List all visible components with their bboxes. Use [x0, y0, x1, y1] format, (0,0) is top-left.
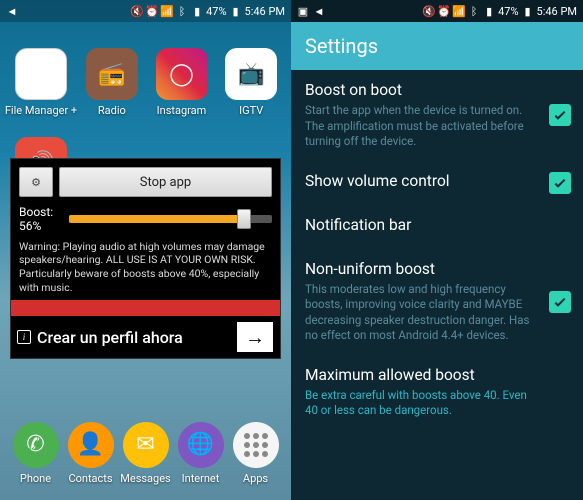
- app-indicator-icon: ▣: [297, 5, 309, 17]
- alarm-icon: ⏰: [146, 5, 158, 17]
- stop-app-button[interactable]: Stop app: [59, 167, 272, 197]
- dock-contacts[interactable]: 👤 Contacts: [63, 414, 118, 492]
- ad-text: Crear un perfil ahora: [37, 328, 230, 347]
- arrow-right-icon: →: [245, 325, 265, 350]
- dock-phone[interactable]: ✆ Phone: [8, 414, 63, 492]
- wifi-icon: 📶: [161, 5, 173, 17]
- dock-label: Internet: [182, 472, 220, 485]
- home-screen: ◄ 🔇 ⏰ 📶 ᛒ ▮ 47% ▮ 5:46 PM F File Manager…: [0, 0, 291, 500]
- setting-non-uniform-boost[interactable]: Non-uniform boost This moderates low and…: [291, 249, 583, 355]
- app-radio[interactable]: 📻 Radio: [80, 40, 144, 125]
- dock-apps[interactable]: Apps: [228, 414, 283, 492]
- status-bar-left: ◄ 🔇 ⏰ 📶 ᛒ ▮ 47% ▮ 5:46 PM: [0, 0, 291, 22]
- dock-internet[interactable]: 🌐 Internet: [173, 414, 228, 492]
- setting-show-volume-control[interactable]: Show volume control: [291, 161, 583, 205]
- stop-label: Stop app: [140, 175, 191, 190]
- signal-icon: ▮: [191, 5, 203, 17]
- app-igtv[interactable]: 📺 IGTV: [219, 40, 283, 125]
- boost-label: Boost: 56%: [19, 205, 63, 234]
- setting-subtitle: Start the app when the device is turned …: [305, 103, 539, 150]
- battery-icon: ▮: [522, 5, 534, 17]
- status-time: 5:46 PM: [537, 5, 577, 18]
- settings-header: Settings: [291, 22, 583, 70]
- check-icon: [552, 107, 568, 123]
- warning-text: Warning: Playing audio at high volumes m…: [19, 240, 272, 295]
- ad-separator: [11, 300, 280, 316]
- dock-label: Contacts: [68, 472, 112, 485]
- dock: ✆ Phone 👤 Contacts ✉ Messages 🌐 Internet…: [0, 414, 291, 492]
- speaker-icon: ◄: [6, 5, 18, 17]
- checkbox-show-volume[interactable]: [549, 172, 571, 194]
- app-file-manager[interactable]: F File Manager +: [8, 40, 74, 125]
- app-label: Radio: [98, 104, 126, 117]
- alarm-icon: ⏰: [438, 5, 450, 17]
- check-icon: [552, 175, 568, 191]
- checkbox-boost-on-boot[interactable]: [549, 104, 571, 126]
- gear-icon: ⚙: [31, 176, 41, 189]
- ad-banner[interactable]: i Crear un perfil ahora →: [11, 316, 280, 358]
- globe-icon: 🌐: [178, 422, 224, 468]
- setting-max-boost[interactable]: Maximum allowed boost Be extra careful w…: [291, 355, 583, 430]
- setting-boost-on-boot[interactable]: Boost on boot Start the app when the dev…: [291, 70, 583, 161]
- igtv-icon: 📺: [225, 48, 277, 100]
- battery-icon: ▮: [230, 5, 242, 17]
- mute-icon: 🔇: [423, 5, 435, 17]
- mute-icon: 🔇: [131, 5, 143, 17]
- settings-button[interactable]: ⚙: [19, 167, 53, 197]
- setting-title: Notification bar: [305, 216, 539, 234]
- bluetooth-icon: ᛒ: [468, 5, 480, 17]
- app-instagram[interactable]: ◯ Instagram: [150, 40, 214, 125]
- battery-text: 47%: [498, 5, 518, 18]
- setting-notification-bar[interactable]: Notification bar: [291, 205, 583, 249]
- bluetooth-icon: ᛒ: [176, 5, 188, 17]
- status-bar-right: ▣ ◄ 🔇 ⏰ 📶 ᛒ ▮ 47% ▮ 5:46 PM: [291, 0, 583, 22]
- boost-slider[interactable]: [69, 208, 272, 230]
- boost-dialog: ⚙ Stop app Boost: 56% Warning: Playing a…: [10, 158, 281, 359]
- folder-icon: F: [15, 48, 67, 100]
- ad-info-icon[interactable]: i: [17, 330, 31, 344]
- dock-label: Apps: [243, 472, 268, 485]
- app-label: File Manager +: [5, 104, 77, 117]
- slider-fill: [69, 215, 244, 223]
- dock-label: Messages: [120, 472, 170, 485]
- setting-title: Show volume control: [305, 172, 539, 190]
- dock-label: Phone: [20, 472, 51, 485]
- settings-screen: ▣ ◄ 🔇 ⏰ 📶 ᛒ ▮ 47% ▮ 5:46 PM Settings Boo…: [291, 0, 583, 500]
- app-label: Instagram: [157, 104, 207, 117]
- setting-title: Maximum allowed boost: [305, 366, 539, 384]
- setting-subtitle: Be extra careful with boosts above 40. E…: [305, 388, 539, 419]
- ad-arrow-button[interactable]: →: [236, 321, 274, 353]
- home-row-1: F File Manager + 📻 Radio ◯ Instagram 📺 I…: [0, 32, 291, 125]
- setting-title: Non-uniform boost: [305, 260, 539, 278]
- battery-text: 47%: [206, 5, 226, 18]
- checkbox-non-uniform[interactable]: [549, 291, 571, 313]
- apps-grid-icon: [233, 422, 279, 468]
- slider-thumb[interactable]: [237, 209, 251, 229]
- instagram-icon: ◯: [156, 48, 208, 100]
- app-label: IGTV: [239, 104, 263, 117]
- status-time: 5:46 PM: [245, 5, 285, 18]
- phone-icon: ✆: [13, 422, 59, 468]
- messages-icon: ✉: [123, 422, 169, 468]
- contacts-icon: 👤: [68, 422, 114, 468]
- setting-subtitle: This moderates low and high frequency bo…: [305, 282, 539, 344]
- signal-icon: ▮: [483, 5, 495, 17]
- speaker-icon: ◄: [313, 5, 325, 17]
- setting-title: Boost on boot: [305, 81, 539, 99]
- dock-messages[interactable]: ✉ Messages: [118, 414, 173, 492]
- radio-icon: 📻: [86, 48, 138, 100]
- wifi-icon: 📶: [453, 5, 465, 17]
- check-icon: [552, 294, 568, 310]
